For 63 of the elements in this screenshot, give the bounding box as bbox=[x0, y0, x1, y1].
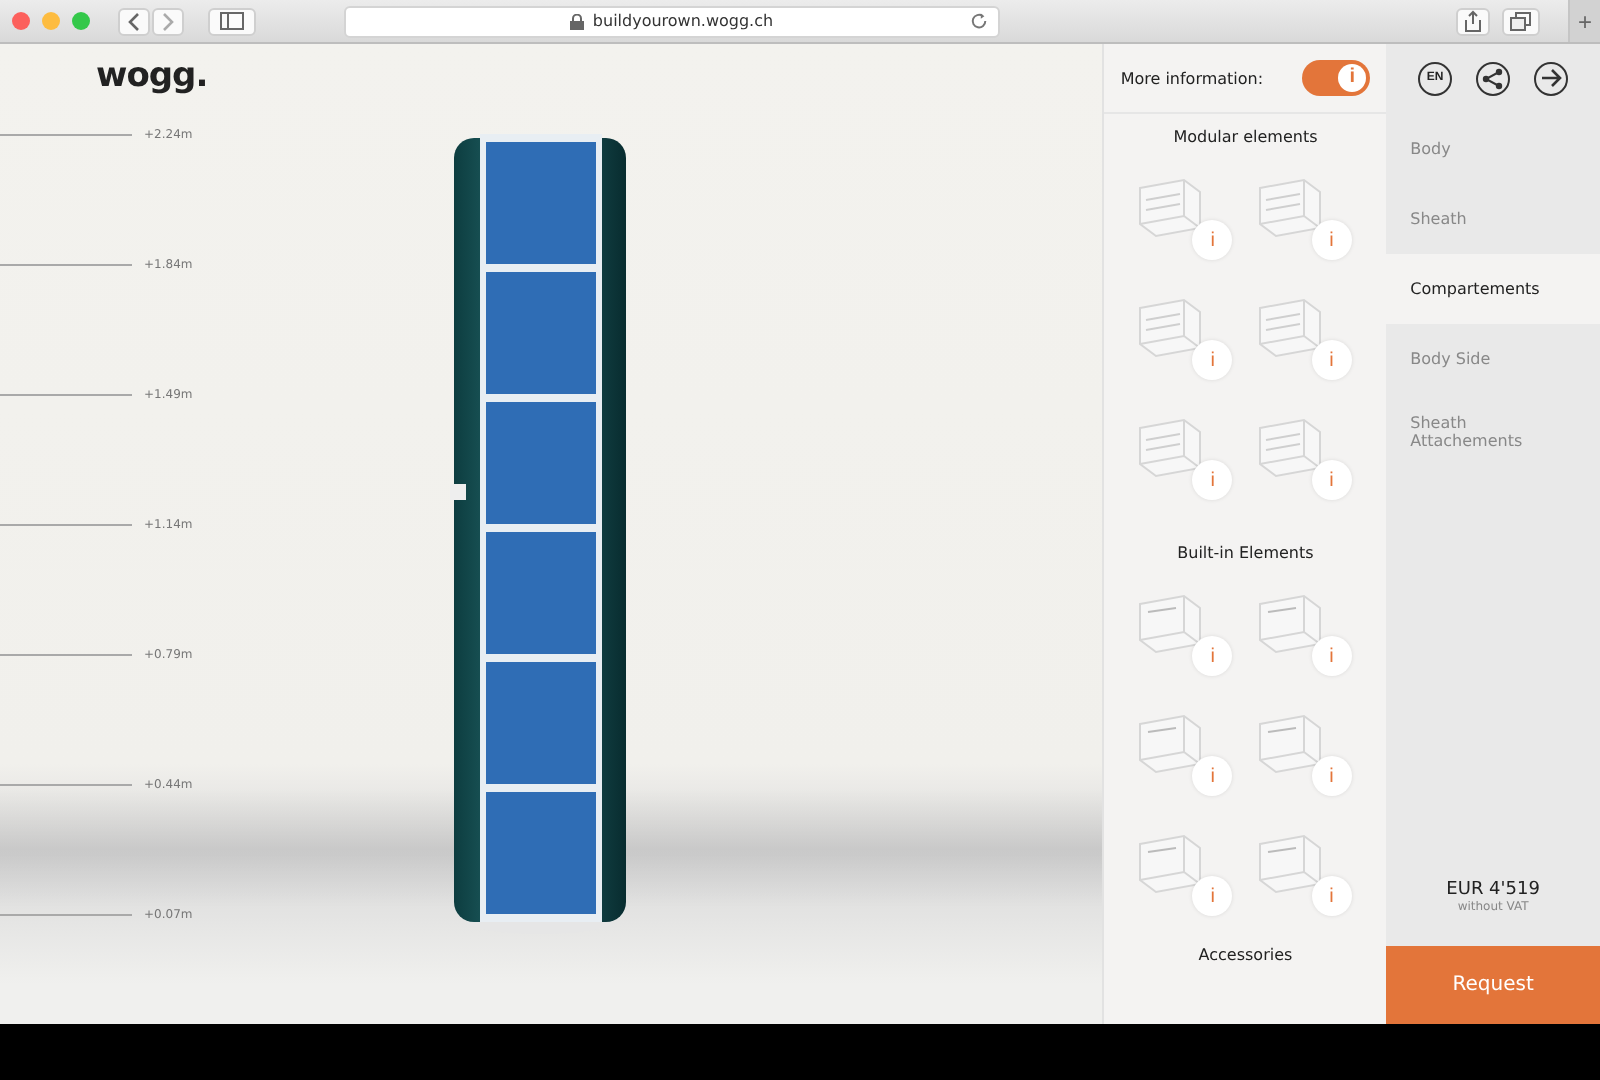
info-button[interactable]: i bbox=[1192, 756, 1233, 796]
address-field[interactable]: buildyourown.wogg.ch bbox=[344, 5, 1000, 37]
price: EUR 4'519 bbox=[1444, 880, 1542, 900]
share-icon bbox=[1464, 10, 1482, 32]
nav-item[interactable]: Body bbox=[1386, 114, 1600, 184]
height-marker-line bbox=[0, 394, 132, 396]
element-thumbnail-drawing[interactable] bbox=[1136, 416, 1205, 480]
info-button[interactable]: i bbox=[1311, 220, 1352, 260]
info-button[interactable]: i bbox=[1311, 340, 1352, 380]
element-thumbnail-drawing[interactable] bbox=[1136, 592, 1205, 656]
share-button[interactable] bbox=[1476, 61, 1511, 95]
height-marker-line bbox=[0, 264, 132, 266]
nav-item[interactable]: Sheath bbox=[1386, 184, 1600, 254]
more-information-label: More information: bbox=[1120, 69, 1264, 87]
lock-icon bbox=[570, 13, 585, 29]
element-thumbnail-drawing[interactable] bbox=[1255, 712, 1324, 776]
chevron-right-icon bbox=[160, 11, 176, 31]
height-marker-line bbox=[0, 654, 132, 656]
info-button[interactable]: i bbox=[1311, 460, 1352, 500]
element-thumbnail-drawing[interactable] bbox=[1255, 832, 1324, 896]
height-marker-line bbox=[0, 914, 132, 916]
height-marker-line bbox=[0, 524, 132, 526]
nav-item[interactable]: Sheath Attachements bbox=[1386, 394, 1600, 470]
info-button[interactable]: i bbox=[1192, 636, 1233, 676]
share-icon bbox=[1482, 67, 1505, 89]
info-button[interactable]: i bbox=[1311, 636, 1352, 676]
zoom-window-icon[interactable] bbox=[72, 12, 90, 30]
next-button[interactable] bbox=[1534, 61, 1568, 95]
sidebar-icon bbox=[220, 12, 244, 30]
element-thumbnail-drawing[interactable] bbox=[1136, 176, 1205, 240]
element-thumbnail-drawing[interactable] bbox=[1255, 296, 1324, 360]
chevron-left-icon bbox=[126, 11, 142, 31]
element-thumbnail-drawing[interactable] bbox=[1255, 592, 1324, 656]
element-thumbnail-drawing[interactable] bbox=[1255, 176, 1324, 240]
tabs-icon bbox=[1510, 11, 1532, 31]
info-button[interactable]: i bbox=[1311, 876, 1352, 916]
element-thumbnail-drawing[interactable] bbox=[1136, 712, 1205, 776]
back-button[interactable] bbox=[118, 7, 150, 35]
info-toggle[interactable]: i bbox=[1302, 60, 1371, 96]
logo[interactable]: wogg. bbox=[96, 56, 208, 96]
request-button[interactable]: Request bbox=[1386, 946, 1600, 1024]
section-title: Built-in Elements bbox=[1175, 544, 1316, 566]
element-thumbnail-drawing[interactable] bbox=[1136, 832, 1205, 896]
minimize-window-icon[interactable] bbox=[42, 12, 60, 30]
nav-item[interactable]: Body Side bbox=[1386, 324, 1600, 394]
info-button[interactable]: i bbox=[1311, 756, 1352, 796]
nav-item[interactable]: Compartements bbox=[1386, 254, 1600, 324]
section-title: Accessories bbox=[1196, 946, 1295, 968]
new-tab-button[interactable]: + bbox=[1568, 0, 1600, 42]
section-title: Modular elements bbox=[1171, 128, 1320, 150]
info-button[interactable]: i bbox=[1192, 876, 1233, 916]
info-button[interactable]: i bbox=[1192, 220, 1233, 260]
close-window-icon[interactable] bbox=[12, 12, 30, 30]
arrow-right-icon bbox=[1540, 68, 1562, 88]
reload-icon[interactable] bbox=[970, 11, 988, 29]
sidebar-button[interactable] bbox=[208, 7, 256, 35]
height-marker-line bbox=[0, 784, 132, 786]
element-thumbnail-drawing[interactable] bbox=[1136, 296, 1205, 360]
info-button[interactable]: i bbox=[1192, 340, 1233, 380]
tabs-button[interactable] bbox=[1502, 7, 1540, 35]
height-marker-line bbox=[0, 134, 132, 136]
info-button[interactable]: i bbox=[1192, 460, 1233, 500]
element-thumbnail-drawing[interactable] bbox=[1255, 416, 1324, 480]
